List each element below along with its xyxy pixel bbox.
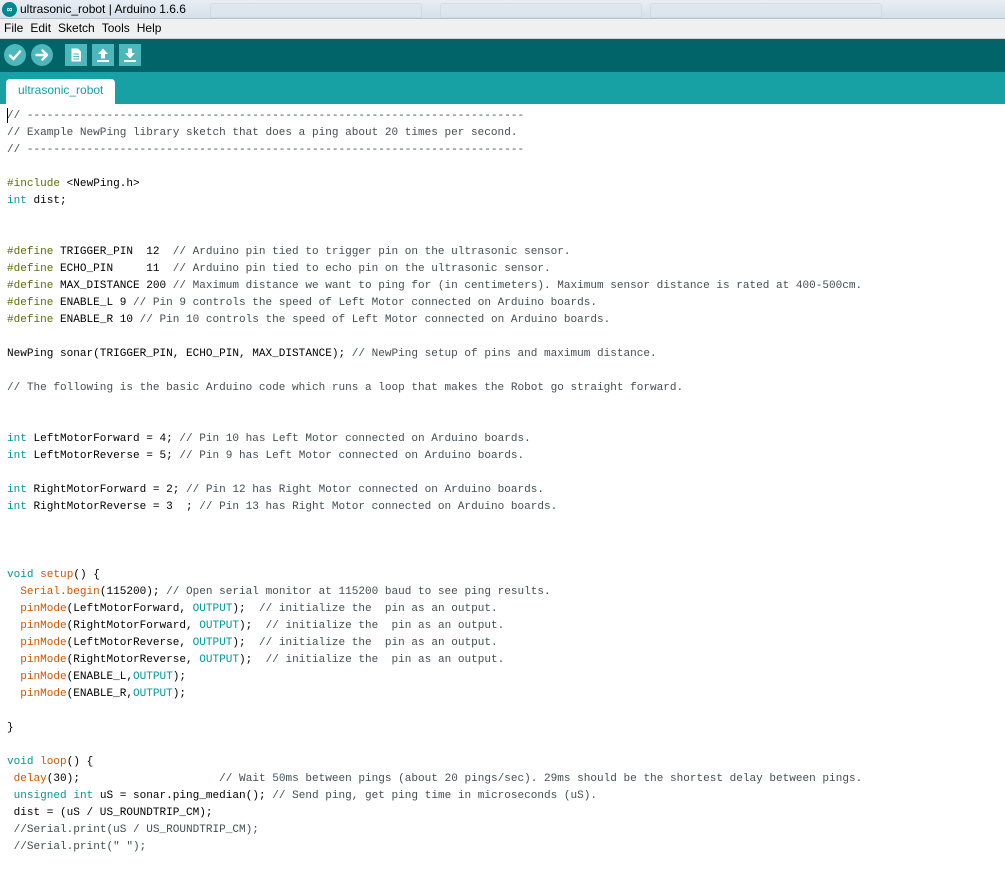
code-line[interactable]: ​: [7, 465, 862, 482]
code-line[interactable]: int RightMotorForward = 2; // Pin 12 has…: [7, 482, 862, 499]
code-line[interactable]: }: [7, 720, 862, 737]
code-editor[interactable]: // -------------------------------------…: [0, 104, 1005, 885]
menu-file[interactable]: File: [1, 19, 26, 38]
code-line[interactable]: NewPing sonar(TRIGGER_PIN, ECHO_PIN, MAX…: [7, 346, 862, 363]
verify-button[interactable]: [4, 44, 26, 66]
code-line[interactable]: ​: [7, 737, 862, 754]
code-line[interactable]: ​: [7, 533, 862, 550]
checkmark-icon: [8, 50, 22, 61]
arrow-up-icon: [97, 48, 109, 62]
menu-sketch[interactable]: Sketch: [55, 19, 98, 38]
code-line[interactable]: void loop() {: [7, 754, 862, 771]
toolbar: [0, 39, 1005, 72]
code-line[interactable]: int dist;: [7, 193, 862, 210]
code-line[interactable]: ​: [7, 210, 862, 227]
code-line[interactable]: int RightMotorReverse = 3 ; // Pin 13 ha…: [7, 499, 862, 516]
code-line[interactable]: int LeftMotorReverse = 5; // Pin 9 has L…: [7, 448, 862, 465]
code-line[interactable]: //Serial.print(uS / US_ROUNDTRIP_CM);: [7, 822, 862, 839]
code-line[interactable]: ​: [7, 550, 862, 567]
window-title: ultrasonic_robot | Arduino 1.6.6: [20, 2, 186, 16]
code-line[interactable]: pinMode(RightMotorForward, OUTPUT); // i…: [7, 618, 862, 635]
new-file-icon: [71, 48, 81, 62]
menu-tools[interactable]: Tools: [99, 19, 133, 38]
code-line[interactable]: pinMode(RightMotorReverse, OUTPUT); // i…: [7, 652, 862, 669]
code-line[interactable]: unsigned int uS = sonar.ping_median(); /…: [7, 788, 862, 805]
code-line[interactable]: //Serial.print(" ");: [7, 839, 862, 856]
code-line[interactable]: // The following is the basic Arduino co…: [7, 380, 862, 397]
arduino-logo-icon: ∞: [2, 2, 17, 17]
code-line[interactable]: pinMode(ENABLE_R,OUTPUT);: [7, 686, 862, 703]
tab-ultrasonic-robot[interactable]: ultrasonic_robot: [6, 79, 116, 104]
code-line[interactable]: #define MAX_DISTANCE 200 // Maximum dist…: [7, 278, 862, 295]
code-line[interactable]: ​: [7, 227, 862, 244]
code-line[interactable]: #define ECHO_PIN 11 // Arduino pin tied …: [7, 261, 862, 278]
code-line[interactable]: ​: [7, 516, 862, 533]
code-line[interactable]: pinMode(LeftMotorReverse, OUTPUT); // in…: [7, 635, 862, 652]
code-line[interactable]: ​: [7, 397, 862, 414]
code-line[interactable]: delay(30); // Wait 50ms between pings (a…: [7, 771, 863, 788]
code-line[interactable]: int LeftMotorForward = 4; // Pin 10 has …: [7, 431, 862, 448]
code-line[interactable]: // -------------------------------------…: [7, 142, 862, 159]
code-line[interactable]: pinMode(LeftMotorForward, OUTPUT); // in…: [7, 601, 862, 618]
save-button[interactable]: [119, 44, 141, 66]
arrow-down-icon: [124, 48, 136, 62]
upload-button[interactable]: [31, 44, 53, 66]
code-line[interactable]: // -------------------------------------…: [7, 108, 862, 125]
code-line[interactable]: #define TRIGGER_PIN 12 // Arduino pin ti…: [7, 244, 862, 261]
code-line[interactable]: ​: [7, 703, 862, 720]
menu-edit[interactable]: Edit: [27, 19, 54, 38]
code-line[interactable]: dist = (uS / US_ROUNDTRIP_CM);: [7, 805, 862, 822]
code-line[interactable]: #include <NewPing.h>: [7, 176, 862, 193]
code-text[interactable]: // -------------------------------------…: [7, 108, 862, 856]
sketch-tab-bar: ultrasonic_robot: [0, 72, 1005, 104]
menu-bar: File Edit Sketch Tools Help: [0, 19, 1005, 39]
code-line[interactable]: Serial.begin(115200); // Open serial mon…: [7, 584, 862, 601]
background-tab: [650, 3, 882, 18]
open-button[interactable]: [92, 44, 114, 66]
arrow-right-icon: [35, 49, 49, 61]
code-line[interactable]: ​: [7, 414, 862, 431]
code-line[interactable]: #define ENABLE_R 10 // Pin 10 controls t…: [7, 312, 862, 329]
background-tab: [440, 3, 642, 18]
code-line[interactable]: pinMode(ENABLE_L,OUTPUT);: [7, 669, 862, 686]
code-line[interactable]: #define ENABLE_L 9 // Pin 9 controls the…: [7, 295, 862, 312]
code-line[interactable]: ​: [7, 329, 862, 346]
new-button[interactable]: [65, 44, 87, 66]
code-line[interactable]: ​: [7, 363, 862, 380]
background-tab: [210, 3, 422, 18]
code-line[interactable]: ​: [7, 159, 862, 176]
menu-help[interactable]: Help: [134, 19, 165, 38]
window-titlebar: ∞ ultrasonic_robot | Arduino 1.6.6: [0, 0, 1005, 19]
code-line[interactable]: // Example NewPing library sketch that d…: [7, 125, 862, 142]
code-line[interactable]: void setup() {: [7, 567, 862, 584]
